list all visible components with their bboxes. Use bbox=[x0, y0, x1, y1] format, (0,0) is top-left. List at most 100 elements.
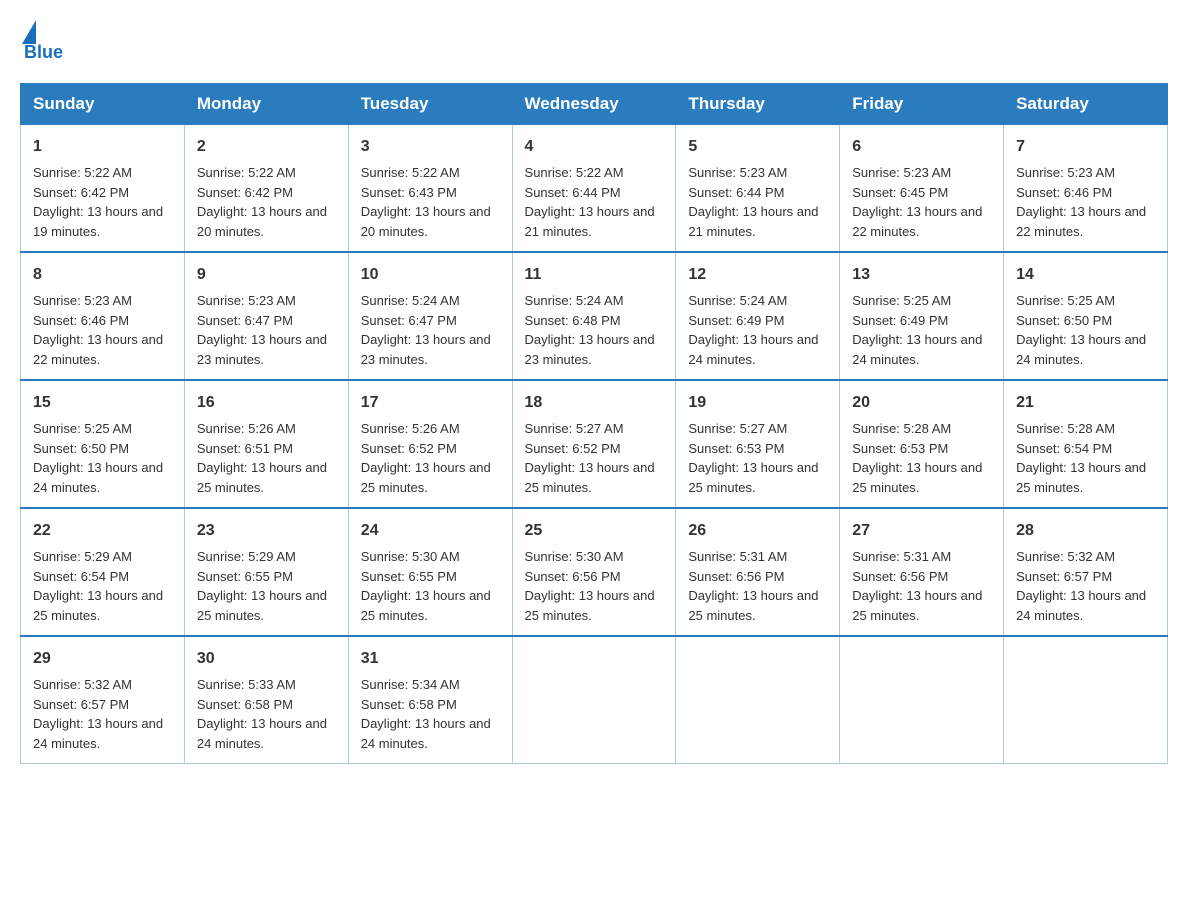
day-number: 6 bbox=[852, 135, 991, 159]
calendar-cell: 20 Sunrise: 5:28 AMSunset: 6:53 PMDayligh… bbox=[840, 380, 1004, 508]
day-info: Sunrise: 5:27 AMSunset: 6:52 PMDaylight:… bbox=[525, 421, 655, 495]
page-header: Blue bbox=[20, 20, 1168, 63]
day-number: 5 bbox=[688, 135, 827, 159]
day-number: 19 bbox=[688, 391, 827, 415]
calendar-cell: 2 Sunrise: 5:22 AMSunset: 6:42 PMDaylight… bbox=[184, 125, 348, 253]
calendar-cell: 23 Sunrise: 5:29 AMSunset: 6:55 PMDayligh… bbox=[184, 508, 348, 636]
day-info: Sunrise: 5:25 AMSunset: 6:50 PMDaylight:… bbox=[33, 421, 163, 495]
day-number: 31 bbox=[361, 647, 500, 671]
calendar-header-row: SundayMondayTuesdayWednesdayThursdayFrid… bbox=[21, 84, 1168, 125]
day-number: 22 bbox=[33, 519, 172, 543]
calendar-table: SundayMondayTuesdayWednesdayThursdayFrid… bbox=[20, 83, 1168, 764]
calendar-cell: 22 Sunrise: 5:29 AMSunset: 6:54 PMDayligh… bbox=[21, 508, 185, 636]
calendar-cell bbox=[1004, 636, 1168, 764]
calendar-cell: 25 Sunrise: 5:30 AMSunset: 6:56 PMDayligh… bbox=[512, 508, 676, 636]
day-number: 20 bbox=[852, 391, 991, 415]
day-info: Sunrise: 5:24 AMSunset: 6:48 PMDaylight:… bbox=[525, 293, 655, 367]
day-info: Sunrise: 5:34 AMSunset: 6:58 PMDaylight:… bbox=[361, 677, 491, 751]
day-info: Sunrise: 5:27 AMSunset: 6:53 PMDaylight:… bbox=[688, 421, 818, 495]
calendar-cell: 28 Sunrise: 5:32 AMSunset: 6:57 PMDayligh… bbox=[1004, 508, 1168, 636]
day-info: Sunrise: 5:23 AMSunset: 6:46 PMDaylight:… bbox=[33, 293, 163, 367]
day-info: Sunrise: 5:29 AMSunset: 6:55 PMDaylight:… bbox=[197, 549, 327, 623]
calendar-cell: 8 Sunrise: 5:23 AMSunset: 6:46 PMDaylight… bbox=[21, 252, 185, 380]
calendar-cell: 31 Sunrise: 5:34 AMSunset: 6:58 PMDayligh… bbox=[348, 636, 512, 764]
day-info: Sunrise: 5:23 AMSunset: 6:44 PMDaylight:… bbox=[688, 165, 818, 239]
calendar-week-row: 1 Sunrise: 5:22 AMSunset: 6:42 PMDaylight… bbox=[21, 125, 1168, 253]
day-number: 13 bbox=[852, 263, 991, 287]
calendar-cell: 10 Sunrise: 5:24 AMSunset: 6:47 PMDayligh… bbox=[348, 252, 512, 380]
day-number: 17 bbox=[361, 391, 500, 415]
day-info: Sunrise: 5:25 AMSunset: 6:50 PMDaylight:… bbox=[1016, 293, 1146, 367]
calendar-header-thursday: Thursday bbox=[676, 84, 840, 125]
day-info: Sunrise: 5:23 AMSunset: 6:45 PMDaylight:… bbox=[852, 165, 982, 239]
day-number: 1 bbox=[33, 135, 172, 159]
calendar-cell: 13 Sunrise: 5:25 AMSunset: 6:49 PMDayligh… bbox=[840, 252, 1004, 380]
calendar-cell: 5 Sunrise: 5:23 AMSunset: 6:44 PMDaylight… bbox=[676, 125, 840, 253]
day-info: Sunrise: 5:29 AMSunset: 6:54 PMDaylight:… bbox=[33, 549, 163, 623]
calendar-cell: 18 Sunrise: 5:27 AMSunset: 6:52 PMDayligh… bbox=[512, 380, 676, 508]
day-number: 23 bbox=[197, 519, 336, 543]
day-info: Sunrise: 5:22 AMSunset: 6:42 PMDaylight:… bbox=[33, 165, 163, 239]
day-info: Sunrise: 5:30 AMSunset: 6:56 PMDaylight:… bbox=[525, 549, 655, 623]
day-info: Sunrise: 5:28 AMSunset: 6:53 PMDaylight:… bbox=[852, 421, 982, 495]
calendar-cell bbox=[840, 636, 1004, 764]
day-number: 21 bbox=[1016, 391, 1155, 415]
day-info: Sunrise: 5:25 AMSunset: 6:49 PMDaylight:… bbox=[852, 293, 982, 367]
calendar-cell: 30 Sunrise: 5:33 AMSunset: 6:58 PMDayligh… bbox=[184, 636, 348, 764]
calendar-week-row: 8 Sunrise: 5:23 AMSunset: 6:46 PMDaylight… bbox=[21, 252, 1168, 380]
day-number: 27 bbox=[852, 519, 991, 543]
calendar-cell: 26Sunrise: 5:31 AMSunset: 6:56 PMDayligh… bbox=[676, 508, 840, 636]
day-info: Sunrise: 5:24 AMSunset: 6:47 PMDaylight:… bbox=[361, 293, 491, 367]
calendar-cell: 27 Sunrise: 5:31 AMSunset: 6:56 PMDayligh… bbox=[840, 508, 1004, 636]
day-number: 2 bbox=[197, 135, 336, 159]
day-info: Sunrise: 5:24 AMSunset: 6:49 PMDaylight:… bbox=[688, 293, 818, 367]
day-number: 25 bbox=[525, 519, 664, 543]
day-number: 29 bbox=[33, 647, 172, 671]
day-info: Sunrise: 5:31 AMSunset: 6:56 PMDaylight:… bbox=[852, 549, 982, 623]
calendar-cell: 7Sunrise: 5:23 AMSunset: 6:46 PMDaylight… bbox=[1004, 125, 1168, 253]
calendar-cell: 29Sunrise: 5:32 AMSunset: 6:57 PMDayligh… bbox=[21, 636, 185, 764]
calendar-cell: 16 Sunrise: 5:26 AMSunset: 6:51 PMDayligh… bbox=[184, 380, 348, 508]
calendar-header-saturday: Saturday bbox=[1004, 84, 1168, 125]
day-number: 8 bbox=[33, 263, 172, 287]
day-number: 10 bbox=[361, 263, 500, 287]
calendar-week-row: 29Sunrise: 5:32 AMSunset: 6:57 PMDayligh… bbox=[21, 636, 1168, 764]
calendar-cell: 24 Sunrise: 5:30 AMSunset: 6:55 PMDayligh… bbox=[348, 508, 512, 636]
calendar-cell: 12 Sunrise: 5:24 AMSunset: 6:49 PMDayligh… bbox=[676, 252, 840, 380]
day-number: 14 bbox=[1016, 263, 1155, 287]
day-number: 15 bbox=[33, 391, 172, 415]
day-number: 16 bbox=[197, 391, 336, 415]
calendar-cell: 17 Sunrise: 5:26 AMSunset: 6:52 PMDayligh… bbox=[348, 380, 512, 508]
day-number: 30 bbox=[197, 647, 336, 671]
day-info: Sunrise: 5:33 AMSunset: 6:58 PMDaylight:… bbox=[197, 677, 327, 751]
calendar-cell: 6 Sunrise: 5:23 AMSunset: 6:45 PMDaylight… bbox=[840, 125, 1004, 253]
day-info: Sunrise: 5:26 AMSunset: 6:51 PMDaylight:… bbox=[197, 421, 327, 495]
day-info: Sunrise: 5:30 AMSunset: 6:55 PMDaylight:… bbox=[361, 549, 491, 623]
logo: Blue bbox=[20, 20, 63, 63]
day-number: 12 bbox=[688, 263, 827, 287]
calendar-cell bbox=[676, 636, 840, 764]
day-number: 28 bbox=[1016, 519, 1155, 543]
day-info: Sunrise: 5:23 AMSunset: 6:47 PMDaylight:… bbox=[197, 293, 327, 367]
calendar-cell: 21Sunrise: 5:28 AMSunset: 6:54 PMDayligh… bbox=[1004, 380, 1168, 508]
day-number: 9 bbox=[197, 263, 336, 287]
calendar-header-tuesday: Tuesday bbox=[348, 84, 512, 125]
calendar-header-monday: Monday bbox=[184, 84, 348, 125]
calendar-cell: 15 Sunrise: 5:25 AMSunset: 6:50 PMDayligh… bbox=[21, 380, 185, 508]
calendar-cell: 1 Sunrise: 5:22 AMSunset: 6:42 PMDaylight… bbox=[21, 125, 185, 253]
calendar-cell: 4Sunrise: 5:22 AMSunset: 6:44 PMDaylight… bbox=[512, 125, 676, 253]
calendar-week-row: 22 Sunrise: 5:29 AMSunset: 6:54 PMDayligh… bbox=[21, 508, 1168, 636]
day-number: 3 bbox=[361, 135, 500, 159]
day-number: 24 bbox=[361, 519, 500, 543]
logo-triangle-icon bbox=[22, 20, 36, 44]
calendar-cell: 11Sunrise: 5:24 AMSunset: 6:48 PMDayligh… bbox=[512, 252, 676, 380]
day-info: Sunrise: 5:26 AMSunset: 6:52 PMDaylight:… bbox=[361, 421, 491, 495]
day-info: Sunrise: 5:22 AMSunset: 6:43 PMDaylight:… bbox=[361, 165, 491, 239]
day-info: Sunrise: 5:22 AMSunset: 6:42 PMDaylight:… bbox=[197, 165, 327, 239]
day-info: Sunrise: 5:32 AMSunset: 6:57 PMDaylight:… bbox=[1016, 549, 1146, 623]
day-number: 7 bbox=[1016, 135, 1155, 159]
day-number: 18 bbox=[525, 391, 664, 415]
calendar-cell: 9 Sunrise: 5:23 AMSunset: 6:47 PMDaylight… bbox=[184, 252, 348, 380]
day-number: 4 bbox=[525, 135, 664, 159]
calendar-cell bbox=[512, 636, 676, 764]
